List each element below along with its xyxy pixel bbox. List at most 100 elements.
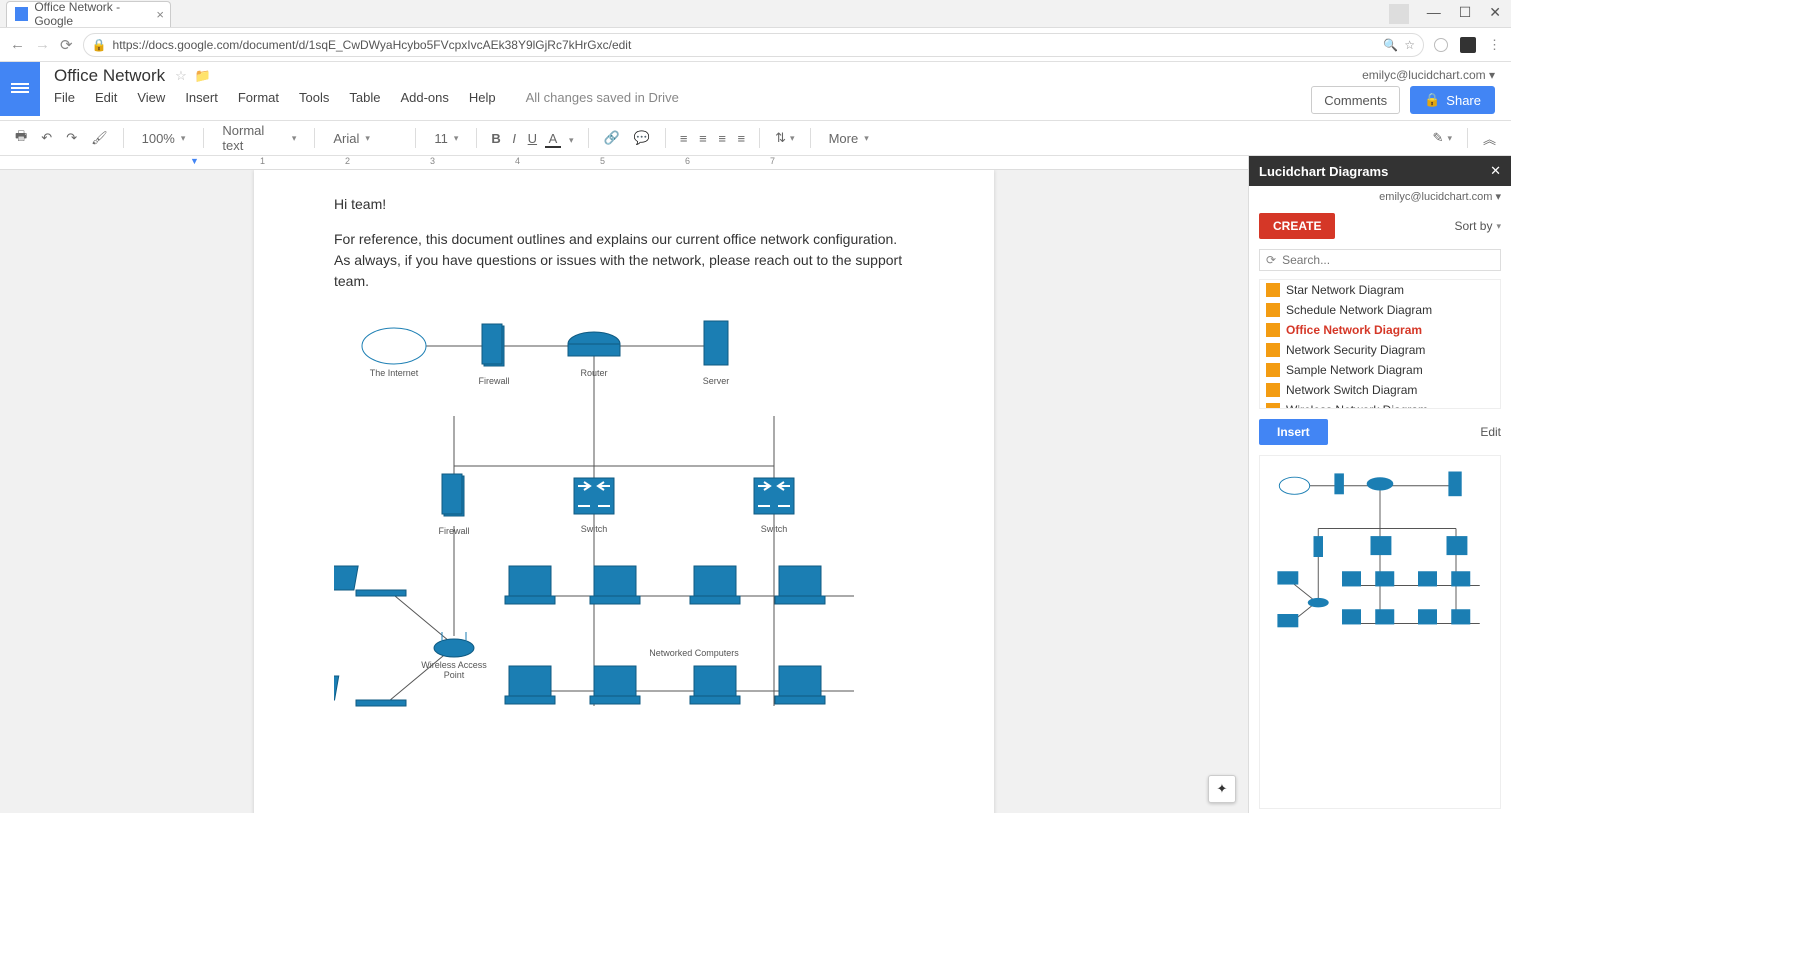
more-dropdown[interactable]: More▾ <box>821 128 877 149</box>
diagram-item[interactable]: Network Switch Diagram <box>1260 380 1500 400</box>
ext-circle-icon[interactable] <box>1434 38 1448 52</box>
undo-icon[interactable]: ↶ <box>36 127 57 149</box>
align-justify-icon[interactable]: ≡ <box>734 131 750 146</box>
search-field[interactable] <box>1282 253 1494 267</box>
align-center-icon[interactable]: ≡ <box>695 131 711 146</box>
menu-file[interactable]: File <box>54 90 75 105</box>
refresh-icon[interactable]: ⟳ <box>1266 253 1276 267</box>
document-title[interactable]: Office Network <box>54 66 165 86</box>
user-email-dropdown[interactable]: emilyc@lucidchart.com ▾ <box>1311 68 1495 82</box>
diagram-item[interactable]: Wireless Network Diagram <box>1260 400 1500 409</box>
star-icon[interactable]: ☆ <box>1404 38 1415 52</box>
label-switch-2: Switch <box>761 524 788 534</box>
diagram-item[interactable]: Schedule Network Diagram <box>1260 300 1500 320</box>
zoom-lens-icon[interactable]: 🔍 <box>1383 38 1398 52</box>
link-icon[interactable]: 🔗 <box>599 127 625 149</box>
tab-title: Office Network - Google <box>34 0 156 28</box>
menu-view[interactable]: View <box>137 90 165 105</box>
tab-close-icon[interactable]: × <box>156 7 164 22</box>
sidebar-close-icon[interactable]: ✕ <box>1490 163 1501 179</box>
lock-share-icon: 🔒 <box>1424 92 1440 108</box>
comments-button[interactable]: Comments <box>1311 86 1400 114</box>
window-controls: — ☐ ✕ <box>1389 4 1501 24</box>
star-doc-icon[interactable]: ☆ <box>175 68 187 84</box>
sidebar-email-dropdown[interactable]: emilyc@lucidchart.com ▾ <box>1249 186 1511 207</box>
save-status: All changes saved in Drive <box>526 90 679 105</box>
zoom-dropdown[interactable]: 100%▾ <box>134 128 194 149</box>
ext-square-icon[interactable] <box>1460 37 1476 53</box>
label-router: Router <box>580 368 607 378</box>
edit-link[interactable]: Edit <box>1480 425 1501 439</box>
ruler[interactable]: ▼ 1 2 3 4 5 6 7 <box>0 156 1248 170</box>
style-dropdown[interactable]: Normal text▾ <box>214 120 304 156</box>
diagram-item[interactable]: Sample Network Diagram <box>1260 360 1500 380</box>
network-diagram[interactable]: The Internet Firewall Router Server Fir <box>334 306 914 726</box>
label-wap-2: Point <box>444 670 465 680</box>
create-button[interactable]: CREATE <box>1259 213 1335 239</box>
chrome-menu-icon[interactable]: ⋮ <box>1488 37 1501 53</box>
bold-icon[interactable]: B <box>487 131 504 146</box>
docs-logo[interactable] <box>0 62 40 116</box>
account-icon[interactable] <box>1389 4 1409 24</box>
document-page[interactable]: Hi team! For reference, this document ou… <box>254 170 994 813</box>
document-area: ▼ 1 2 3 4 5 6 7 Hi team! For reference, … <box>0 156 1511 813</box>
text-format-group: B I U A ▾ <box>487 131 577 146</box>
paragraph-greeting: Hi team! <box>334 194 914 215</box>
label-server: Server <box>703 376 730 386</box>
align-left-icon[interactable]: ≡ <box>676 131 692 146</box>
computers-row-1 <box>505 566 825 604</box>
menu-bar: File Edit View Insert Format Tools Table… <box>54 90 1285 105</box>
docs-title-area: Office Network ☆ 📁 File Edit View Insert… <box>40 62 1295 105</box>
text-color-icon[interactable]: A <box>545 131 562 148</box>
font-dropdown[interactable]: Arial▾ <box>325 128 405 149</box>
back-icon[interactable]: ← <box>10 36 25 53</box>
redo-icon[interactable]: ↷ <box>61 127 82 149</box>
diagram-item[interactable]: Star Network Diagram <box>1260 280 1500 300</box>
label-switch-1: Switch <box>581 524 608 534</box>
diagram-preview[interactable] <box>1259 455 1501 809</box>
collapse-panel-icon[interactable]: ︽ <box>1478 126 1501 151</box>
print-icon[interactable]: 🖶 <box>10 124 32 152</box>
close-window-icon[interactable]: ✕ <box>1489 4 1501 24</box>
menu-addons[interactable]: Add-ons <box>400 90 448 105</box>
paint-format-icon[interactable]: 🖌 <box>86 127 113 149</box>
browser-tab[interactable]: Office Network - Google × <box>6 1 171 27</box>
browser-tab-bar: Office Network - Google × — ☐ ✕ <box>0 0 1511 28</box>
comment-icon[interactable]: 💬 <box>629 127 655 149</box>
diagram-item[interactable]: Network Security Diagram <box>1260 340 1500 360</box>
diagram-list[interactable]: Star Network Diagram Schedule Network Di… <box>1259 279 1501 409</box>
reload-icon[interactable]: ⟳ <box>60 36 73 54</box>
align-right-icon[interactable]: ≡ <box>714 131 730 146</box>
label-netcomp: Networked Computers <box>649 648 739 658</box>
menu-table[interactable]: Table <box>349 90 380 105</box>
docs-favicon <box>15 7 28 21</box>
forward-icon[interactable]: → <box>35 36 50 53</box>
header-right: emilyc@lucidchart.com ▾ Comments 🔒 Share <box>1295 62 1511 120</box>
sidebar-search-input[interactable]: ⟳ <box>1259 249 1501 271</box>
url-input[interactable]: 🔒 https://docs.google.com/document/d/1sq… <box>83 33 1424 57</box>
menu-tools[interactable]: Tools <box>299 90 329 105</box>
italic-icon[interactable]: I <box>508 131 520 146</box>
menu-help[interactable]: Help <box>469 90 496 105</box>
align-group: ≡ ≡ ≡ ≡ <box>676 131 749 146</box>
editing-mode-icon[interactable]: ✎ ▾ <box>1428 127 1457 149</box>
menu-format[interactable]: Format <box>238 90 279 105</box>
text-color-dropdown-icon[interactable]: ▾ <box>565 135 578 145</box>
page-scroll[interactable]: Hi team! For reference, this document ou… <box>0 156 1248 813</box>
diagram-item-selected[interactable]: Office Network Diagram <box>1260 320 1500 340</box>
label-internet: The Internet <box>370 368 419 378</box>
folder-icon[interactable]: 📁 <box>195 68 211 84</box>
line-spacing-icon[interactable]: ⇅▾ <box>770 127 799 149</box>
sortby-dropdown[interactable]: Sort by▾ <box>1454 219 1501 233</box>
laptop-1 <box>334 566 406 596</box>
menu-edit[interactable]: Edit <box>95 90 117 105</box>
font-size-dropdown[interactable]: 11▾ <box>426 128 466 149</box>
sidebar-header: Lucidchart Diagrams ✕ <box>1249 156 1511 186</box>
minimize-icon[interactable]: — <box>1427 4 1441 24</box>
explore-button[interactable]: ✦ <box>1208 775 1236 803</box>
share-button[interactable]: 🔒 Share <box>1410 86 1495 114</box>
menu-insert[interactable]: Insert <box>185 90 218 105</box>
underline-icon[interactable]: U <box>524 131 541 146</box>
insert-button[interactable]: Insert <box>1259 419 1328 445</box>
maximize-icon[interactable]: ☐ <box>1459 4 1472 24</box>
